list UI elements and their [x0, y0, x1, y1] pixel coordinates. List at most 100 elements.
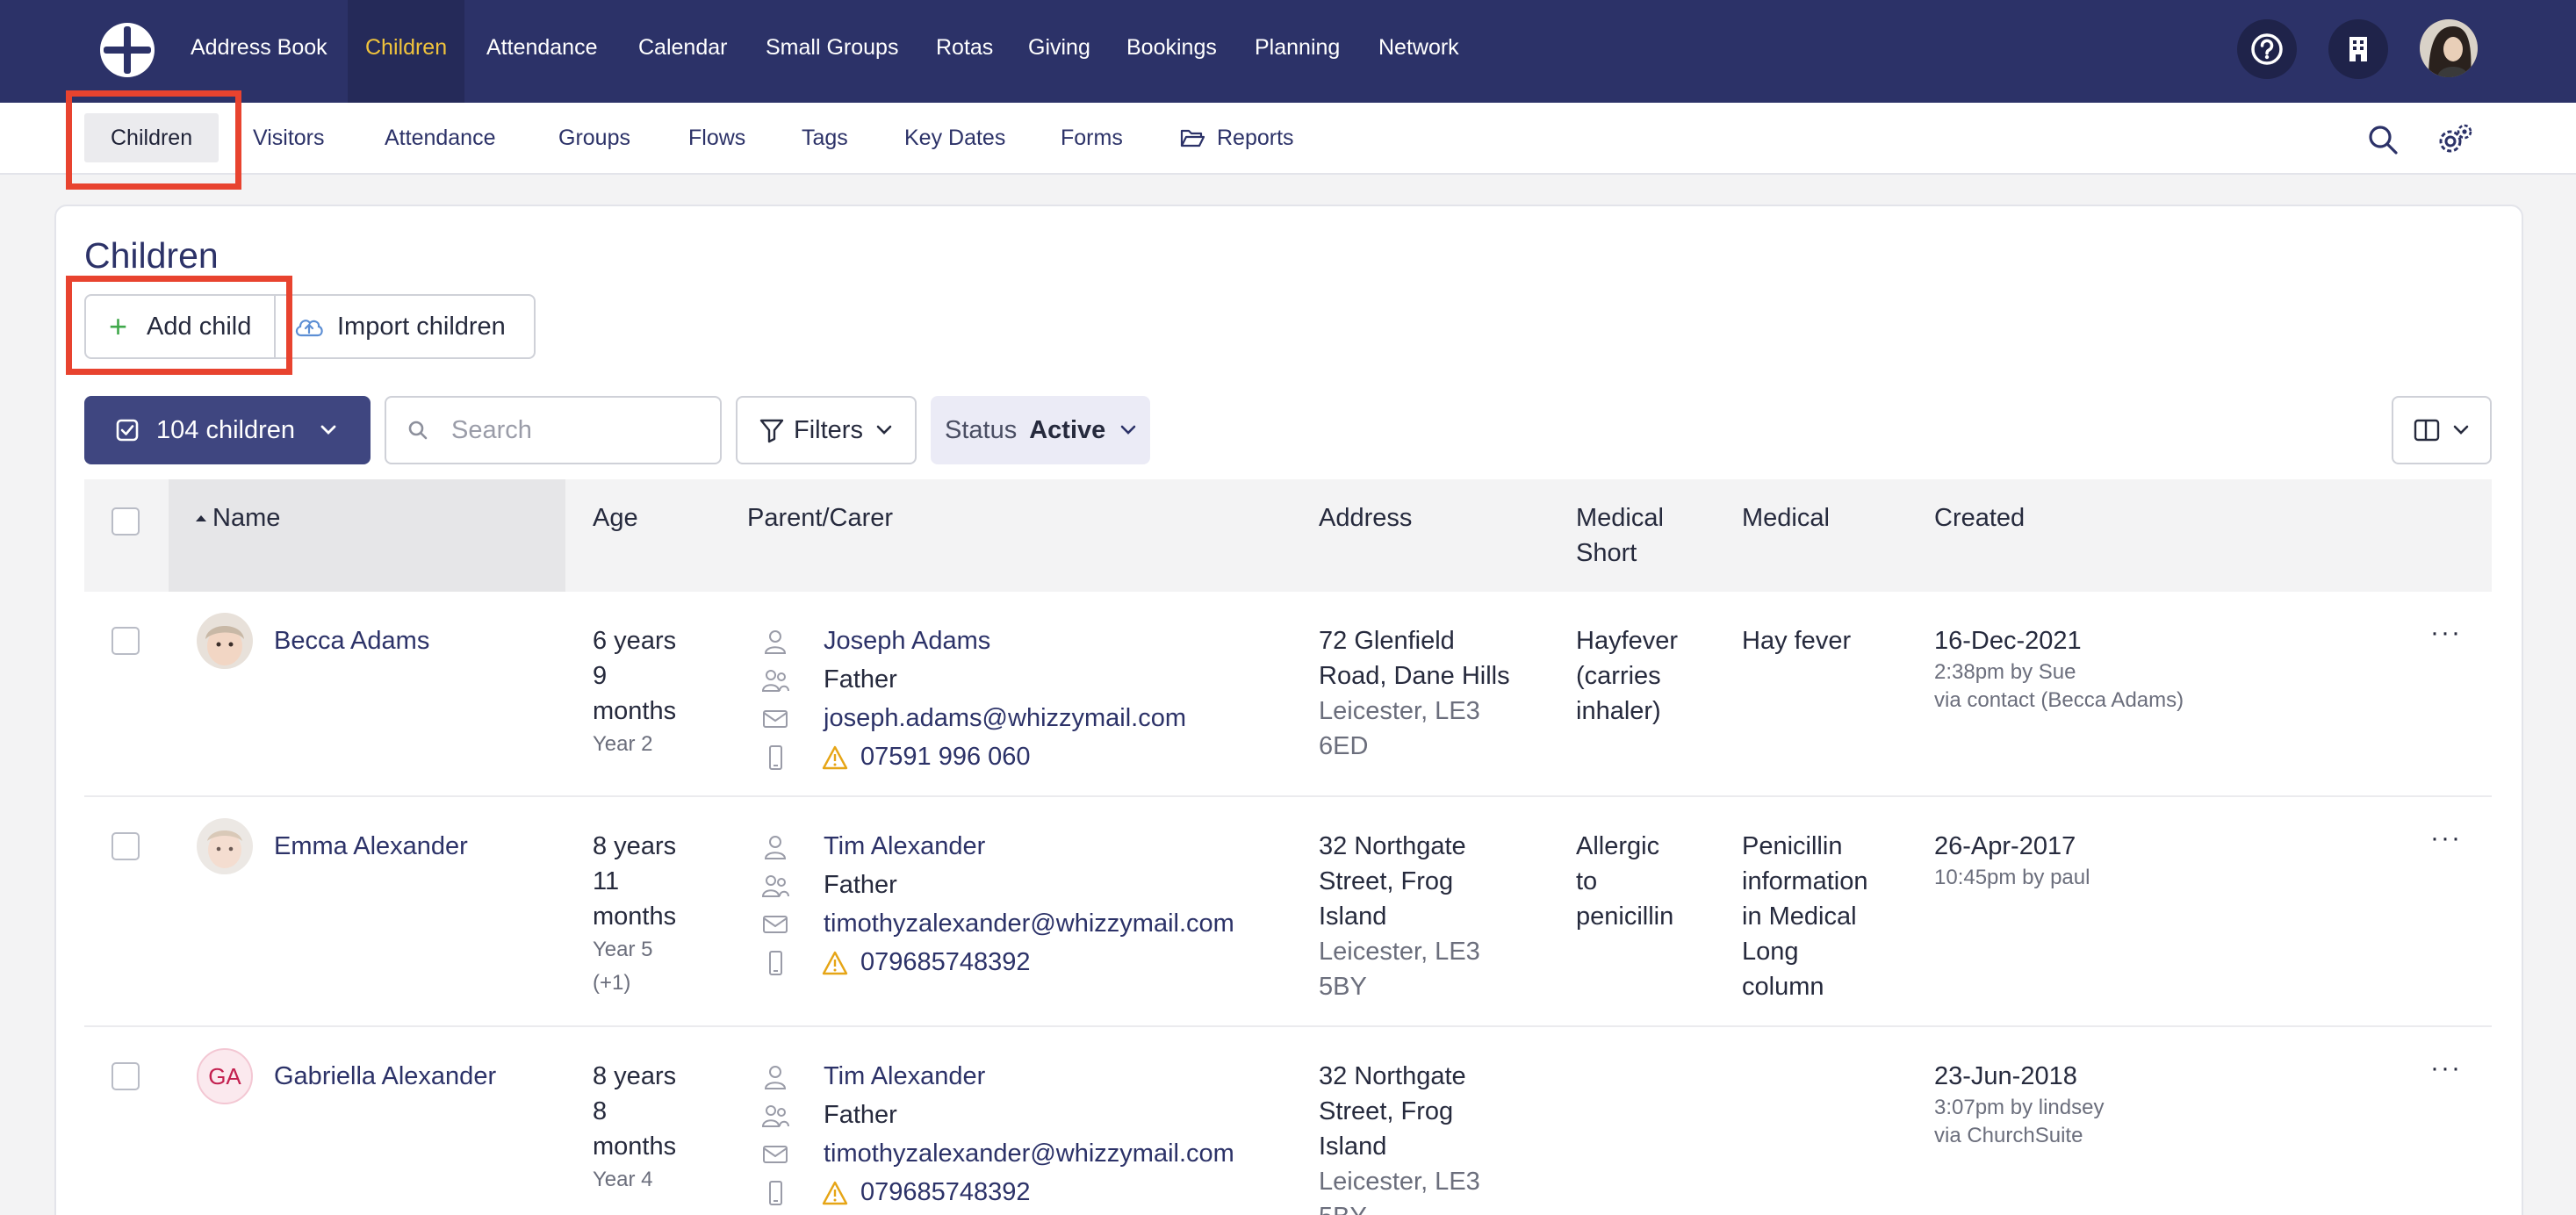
- parent-phone-link[interactable]: 079685748392: [860, 945, 1031, 980]
- subnav-children[interactable]: Children: [84, 113, 219, 162]
- relationship-icon: [761, 670, 789, 692]
- churchsuite-logo-icon[interactable]: [98, 21, 156, 79]
- created-date: 23-Jun-2018: [1934, 1062, 2077, 1090]
- help-button[interactable]: [2237, 19, 2297, 79]
- status-label: Status: [945, 415, 1018, 444]
- header-name-label: Name: [212, 504, 281, 532]
- header-age[interactable]: Age: [593, 500, 638, 536]
- child-avatar: [197, 613, 253, 669]
- column-layout-button[interactable]: [2392, 396, 2492, 464]
- parent-name-link[interactable]: Tim Alexander: [824, 1059, 985, 1094]
- subnav-tags[interactable]: Tags: [802, 103, 848, 173]
- child-name-link[interactable]: Emma Alexander: [274, 829, 468, 864]
- created-date: 26-Apr-2017: [1934, 832, 2076, 860]
- address-line: 32 Northgate: [1319, 1062, 1466, 1090]
- child-photo-icon: [197, 818, 253, 874]
- search-icon[interactable]: [2365, 122, 2400, 157]
- subnav-reports[interactable]: Reports: [1180, 103, 1294, 173]
- organisation-button[interactable]: [2328, 19, 2388, 79]
- subnav-flows[interactable]: Flows: [688, 103, 745, 173]
- page-title: Children: [84, 235, 219, 276]
- created-date: 16-Dec-2021: [1934, 627, 2082, 655]
- settings-gears-icon[interactable]: [2436, 122, 2474, 157]
- row-checkbox[interactable]: [112, 832, 140, 860]
- nav-bookings[interactable]: Bookings: [1126, 0, 1217, 103]
- nav-giving[interactable]: Giving: [1028, 0, 1090, 103]
- address-line: 5BY: [1319, 1199, 1480, 1215]
- nav-planning[interactable]: Planning: [1255, 0, 1340, 103]
- parent-phone-link[interactable]: 079685748392: [860, 1175, 1031, 1210]
- parent-email-link[interactable]: joseph.adams@whizzymail.com: [824, 701, 1186, 736]
- header-medical-short-line2: Short: [1576, 539, 1637, 567]
- status-value: Active: [1029, 415, 1106, 444]
- child-address: 32 Northgate Street, Frog Island Leicest…: [1319, 1059, 1480, 1215]
- age-line: 8: [593, 1097, 608, 1125]
- mobile-phone-icon: [769, 951, 782, 975]
- subnav-visitors[interactable]: Visitors: [253, 103, 325, 173]
- cloud-upload-icon: [295, 320, 323, 337]
- header-parent-carer[interactable]: Parent/Carer: [747, 500, 893, 536]
- subnav-groups[interactable]: Groups: [558, 103, 630, 173]
- nav-address-book[interactable]: Address Book: [191, 0, 327, 103]
- medical-short-line: inhaler): [1576, 697, 1661, 725]
- warning-icon: [822, 951, 848, 975]
- nav-attendance[interactable]: Attendance: [486, 0, 598, 103]
- child-address: 72 Glenfield Road, Dane Hills Leicester,…: [1319, 623, 1510, 764]
- row-checkbox[interactable]: [112, 1062, 140, 1090]
- subnav-attendance[interactable]: Attendance: [385, 103, 496, 173]
- header-address[interactable]: Address: [1319, 500, 1412, 536]
- row-actions-menu[interactable]: ···: [2430, 618, 2462, 648]
- nav-small-groups[interactable]: Small Groups: [766, 0, 898, 103]
- relationship-icon: [761, 875, 789, 897]
- sort-ascending-icon: [196, 515, 206, 521]
- status-filter-dropdown[interactable]: Status Active: [931, 396, 1150, 464]
- header-medical-short-line1: Medical: [1576, 504, 1664, 532]
- chevron-down-icon: [320, 425, 336, 435]
- search-input[interactable]: [451, 415, 715, 445]
- parent-relation: Father: [824, 871, 897, 899]
- email-icon: [763, 916, 788, 933]
- row-actions-menu[interactable]: ···: [2430, 823, 2462, 853]
- columns-icon: [2414, 419, 2440, 442]
- import-children-button[interactable]: Import children: [274, 294, 536, 359]
- mobile-phone-icon: [769, 1181, 782, 1205]
- header-medical-short[interactable]: Medical Short: [1576, 500, 1664, 571]
- header-created[interactable]: Created: [1934, 500, 2025, 536]
- parent-name-link[interactable]: Joseph Adams: [824, 623, 990, 658]
- address-line: Street, Frog: [1319, 867, 1454, 895]
- parent-email-link[interactable]: timothyzalexander@whizzymail.com: [824, 906, 1234, 941]
- child-photo-icon: [197, 613, 253, 669]
- subnav-reports-label: Reports: [1217, 126, 1294, 150]
- created-via: via contact (Becca Adams): [1934, 688, 2184, 712]
- import-children-label: Import children: [337, 312, 506, 341]
- age-line: months: [593, 697, 677, 725]
- parent-phone-link[interactable]: 07591 996 060: [860, 739, 1031, 774]
- row-separator: [84, 795, 2492, 797]
- child-name-link[interactable]: Becca Adams: [274, 623, 429, 658]
- nav-children[interactable]: Children: [348, 0, 465, 103]
- age-line: 8 years: [593, 832, 677, 860]
- select-all-checkbox[interactable]: [112, 507, 140, 536]
- child-avatar: [197, 818, 253, 874]
- checkbox-checked-icon: [116, 419, 139, 442]
- subnav-forms[interactable]: Forms: [1061, 103, 1123, 173]
- nav-rotas[interactable]: Rotas: [936, 0, 993, 103]
- selection-count-dropdown[interactable]: 104 children: [84, 396, 371, 464]
- school-year: Year 5: [593, 938, 653, 961]
- address-line: Street, Frog: [1319, 1097, 1454, 1125]
- row-actions-menu[interactable]: ···: [2430, 1053, 2462, 1083]
- subnav-key-dates[interactable]: Key Dates: [904, 103, 1005, 173]
- add-child-button[interactable]: + Add child: [84, 294, 276, 359]
- sub-navigation-bar: Children Visitors Attendance Groups Flow…: [0, 103, 2576, 175]
- nav-calendar[interactable]: Calendar: [638, 0, 727, 103]
- header-medical[interactable]: Medical: [1742, 500, 1830, 536]
- parent-name-link[interactable]: Tim Alexander: [824, 829, 985, 864]
- row-checkbox[interactable]: [112, 627, 140, 655]
- filters-button[interactable]: Filters: [736, 396, 917, 464]
- user-avatar[interactable]: [2420, 19, 2478, 77]
- parent-email-link[interactable]: timothyzalexander@whizzymail.com: [824, 1136, 1234, 1171]
- search-box[interactable]: [385, 396, 722, 464]
- header-name[interactable]: Name: [195, 500, 280, 536]
- child-name-link[interactable]: Gabriella Alexander: [274, 1059, 496, 1094]
- nav-network[interactable]: Network: [1378, 0, 1459, 103]
